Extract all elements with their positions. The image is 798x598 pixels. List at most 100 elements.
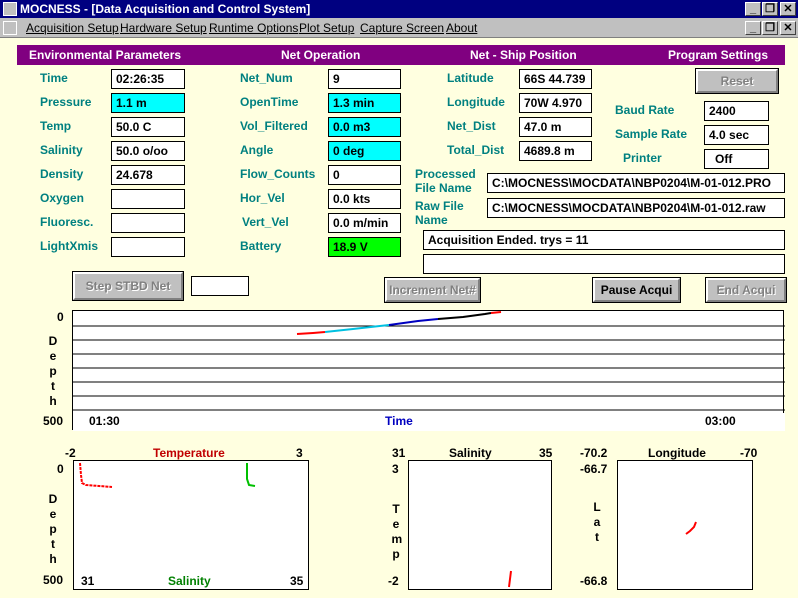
depth-time-y-bottom: 500 [43,414,64,428]
env-pressure-field: 1.1 m [111,93,185,113]
baud-rate-label: Baud Rate [615,103,675,117]
pos-label-lat: Latitude [447,71,494,85]
end-acqui-button[interactable]: End Acqui [705,277,787,303]
temperature-profile [79,462,113,488]
temp-sal-depth-plot: 31 Salinity 35 [73,460,309,590]
depth-time-gridlines [73,325,785,411]
status-line-2 [423,254,785,274]
net-label-vol: Vol_Filtered [240,119,308,133]
net-vertvel-field: 0.0 m/min [328,213,401,233]
mdi-close-icon[interactable]: ✕ [780,21,796,35]
ll-ylabel-text: Lat [593,500,601,544]
sal-axis-label: Salinity [168,574,211,588]
env-fluoresc-field [111,213,185,233]
env-label-oxygen: Oxygen [40,191,85,205]
raw-file-label: Raw File Name [415,199,464,227]
ll-x-min: -70.2 [580,446,608,460]
temp-axis-label: Temperature [153,446,225,460]
menu-runtime-options[interactable]: Runtime Options [209,21,298,35]
net-label-flow: Flow_Counts [240,167,316,181]
temp-max-label: 3 [296,446,303,460]
ll-x-max: -70 [740,446,758,460]
minimize-icon[interactable]: _ [745,2,761,16]
net-vol-field: 0.0 m3 [328,117,401,137]
ts-y-top: 0 [57,462,64,476]
net-opentime-field: 1.3 min [328,93,401,113]
env-temp-field: 50.0 C [111,117,185,137]
st-y-bottom: -2 [388,574,399,588]
sal-min-label: 31 [81,574,95,588]
ts-ylabel-text: Depth [48,492,58,566]
section-header: Environmental Parameters Net Operation N… [17,45,785,65]
time-axis-band [73,413,785,431]
restore-icon[interactable]: ❐ [762,2,778,16]
ts-diagram-trace [508,570,512,588]
ts-ylabel: Depth [47,492,59,567]
pos-netdist-field: 47.0 m [519,117,592,137]
env-label-density: Density [40,167,84,181]
st-x-max: 35 [539,446,553,460]
pos-label-lon: Longitude [447,95,505,109]
printer-label: Printer [623,151,662,165]
net-label-angle: Angle [240,143,274,157]
net-angle-field: 0 deg [328,141,401,161]
depth-time-plot: 01:30 Time 03:00 [72,310,785,431]
lon-lat-svg [685,521,697,535]
ll-ylabel: Lat [591,500,603,545]
sal-max-label: 35 [290,574,304,588]
close-icon[interactable]: ✕ [780,2,796,16]
increment-net-button[interactable]: Increment Net# [384,277,481,303]
env-label-time: Time [40,71,68,85]
net-label-num: Net_Num [240,71,293,85]
env-label-pressure: Pressure [40,95,92,109]
env-density-field: 24.678 [111,165,185,185]
menu-hardware-setup[interactable]: Hardware Setup [120,21,207,35]
time-end-label: 03:00 [705,414,736,428]
mdi-child-icon[interactable] [3,21,17,35]
ship-track [685,521,697,535]
menu-acquisition-setup[interactable]: Acquisition Setup [26,21,119,35]
sal-temp-plot [408,460,552,590]
reset-button[interactable]: Reset [695,68,779,94]
time-axis-label: Time [385,414,413,428]
sal-temp-svg [508,570,512,588]
depth-time-y-top: 0 [57,310,64,324]
st-ylabel-text: Temp [391,502,403,561]
menu-about[interactable]: About [446,21,477,35]
env-label-lightxmis: LightXmis [40,239,99,253]
net-label-vertvel: Vert_Vel [242,215,289,229]
sample-rate-label: Sample Rate [615,127,688,141]
baud-rate-field[interactable]: 2400 [704,101,769,121]
step-stbd-net-button[interactable]: Step STBD Net [72,271,184,301]
net-label-opentime: OpenTime [240,95,299,109]
raw-file-field: C:\MOCNESS\MOCDATA\NBP0204\M-01-012.raw [487,198,785,218]
env-label-fluoresc: Fluoresc. [40,215,94,229]
mdi-minimize-icon[interactable]: _ [745,21,761,35]
ts-y-bottom: 500 [43,573,64,587]
title-bar: MOCNESS - [Data Acquisition and Control … [0,0,798,18]
step-value-field [191,276,249,296]
menu-plot-setup[interactable]: Plot Setup [299,21,354,35]
sample-rate-field[interactable]: 4.0 sec [704,125,769,145]
processed-file-label: Processed File Name [415,167,476,195]
pause-acqui-button[interactable]: Pause Acqui [592,277,681,303]
depth-trace-red-end [490,311,502,314]
menu-capture-screen[interactable]: Capture Screen [360,21,444,35]
net-num-field: 9 [328,69,401,89]
env-label-temp: Temp [40,119,72,133]
printer-field[interactable]: Off [704,149,769,169]
ll-y-top: -66.7 [580,462,608,476]
time-start-label: 01:30 [89,414,120,428]
st-x-min: 31 [392,446,406,460]
pos-lon-field: 70W 4.970 [519,93,592,113]
prog-section-title: Program Settings [668,48,769,62]
ll-xlabel: Longitude [648,446,706,460]
st-xlabel: Salinity [449,446,492,460]
pos-label-netdist: Net_Dist [447,119,496,133]
depth-time-ylabel: Depth [47,334,59,409]
mdi-restore-icon[interactable]: ❐ [762,21,778,35]
net-section-title: Net Operation [281,48,361,62]
env-label-salinity: Salinity [40,143,83,157]
pos-lat-field: 66S 44.739 [519,69,592,89]
lon-lat-plot [617,460,753,590]
